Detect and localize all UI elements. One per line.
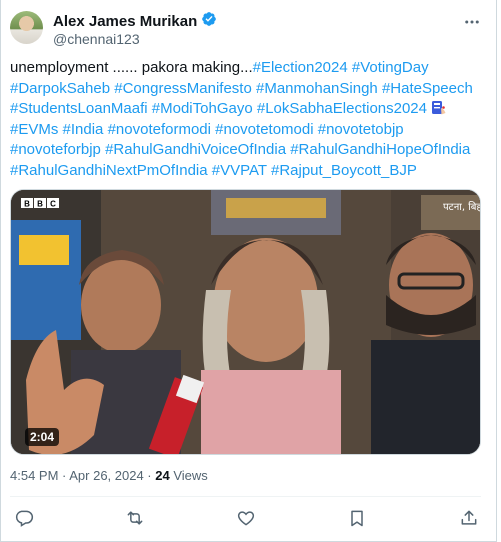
bbc-logo-c: C xyxy=(50,200,56,209)
hashtag-link[interactable]: #novoteformodi xyxy=(108,121,211,138)
hashtag-link[interactable]: #Election2024 xyxy=(253,59,348,76)
author-handle[interactable]: @chennai123 xyxy=(53,31,140,47)
hashtag-link[interactable]: #CongressManifesto xyxy=(114,80,252,97)
hashtag-link[interactable]: #LokSabhaElections2024 xyxy=(257,100,427,117)
tweet-line-5: #novoteforbjp #RahulGandhiVoiceOfIndia #… xyxy=(10,140,490,161)
heart-icon[interactable] xyxy=(236,508,256,528)
action-bar xyxy=(1,500,498,538)
views-label: Views xyxy=(173,468,208,483)
hashtag-link[interactable]: #StudentsLoanMaafi xyxy=(10,100,148,117)
tweet-body: unemployment ...... pakora making...#Ele… xyxy=(10,58,490,181)
author-name-row: Alex James Murikan xyxy=(53,11,217,32)
avatar[interactable] xyxy=(10,11,43,44)
video-player[interactable]: B B C पटना, बिहार 2 xyxy=(10,189,481,455)
ballot-box-emoji-icon xyxy=(431,100,447,116)
hashtag-link[interactable]: #Rajput_Boycott_BJP xyxy=(271,162,417,179)
reply-icon[interactable] xyxy=(14,508,34,528)
tweet-card: Alex James Murikan @chennai123 unemploym… xyxy=(0,0,497,542)
tweet-timestamp[interactable]: 4:54 PM · Apr 26, 2024 · xyxy=(10,468,152,483)
retweet-icon[interactable] xyxy=(125,508,145,528)
hashtag-link[interactable]: #VVPAT xyxy=(212,162,267,179)
hashtag-link[interactable]: #RahulGandhiNextPmOfIndia xyxy=(10,162,208,179)
tweet-line-3: #StudentsLoanMaafi #ModiTohGayo #LokSabh… xyxy=(10,99,490,120)
hashtag-link[interactable]: #VotingDay xyxy=(352,59,429,76)
more-options-icon[interactable] xyxy=(462,12,482,32)
hashtag-link[interactable]: #DarpokSaheb xyxy=(10,80,110,97)
video-frame: B B C पटना, बिहार xyxy=(11,190,481,454)
hashtag-link[interactable]: #ManmohanSingh xyxy=(256,80,378,97)
verified-badge-icon xyxy=(201,11,217,32)
tweet-line-6: #RahulGandhiNextPmOfIndia #VVPAT #Rajput… xyxy=(10,161,490,182)
location-tag: पटना, बिहार xyxy=(443,201,481,213)
bookmark-icon[interactable] xyxy=(347,508,367,528)
share-icon[interactable] xyxy=(459,508,479,528)
hashtag-link[interactable]: #novoteforbjp xyxy=(10,141,101,158)
hashtag-link[interactable]: #RahulGandhiVoiceOfIndia xyxy=(105,141,286,158)
bbc-logo-b2: B xyxy=(37,200,43,209)
hashtag-link[interactable]: #novotetomodi xyxy=(215,121,313,138)
hashtag-link[interactable]: #RahulGandhiHopeOfIndia xyxy=(290,141,470,158)
hashtag-link[interactable]: #EVMs xyxy=(10,121,58,138)
bbc-logo-b1: B xyxy=(24,200,30,209)
tweet-line-1: unemployment ...... pakora making...#Ele… xyxy=(10,58,490,79)
hashtag-link[interactable]: #India xyxy=(63,121,104,138)
author-display-name[interactable]: Alex James Murikan xyxy=(53,13,197,30)
divider xyxy=(10,496,481,497)
hashtag-link[interactable]: #ModiTohGayo xyxy=(152,100,253,117)
tweet-plain-text: unemployment ...... pakora making... xyxy=(10,59,253,76)
tweet-line-4: #EVMs #India #novoteformodi #novotetomod… xyxy=(10,120,490,141)
video-duration-badge: 2:04 xyxy=(25,428,60,446)
hashtag-link[interactable]: #novotetobjp xyxy=(318,121,404,138)
tweet-metadata: 4:54 PM · Apr 26, 2024 · 24 Views xyxy=(10,468,208,483)
views-count: 24 xyxy=(155,468,170,483)
hashtag-link[interactable]: #HateSpeech xyxy=(382,80,473,97)
tweet-line-2: #DarpokSaheb #CongressManifesto #Manmoha… xyxy=(10,79,490,100)
